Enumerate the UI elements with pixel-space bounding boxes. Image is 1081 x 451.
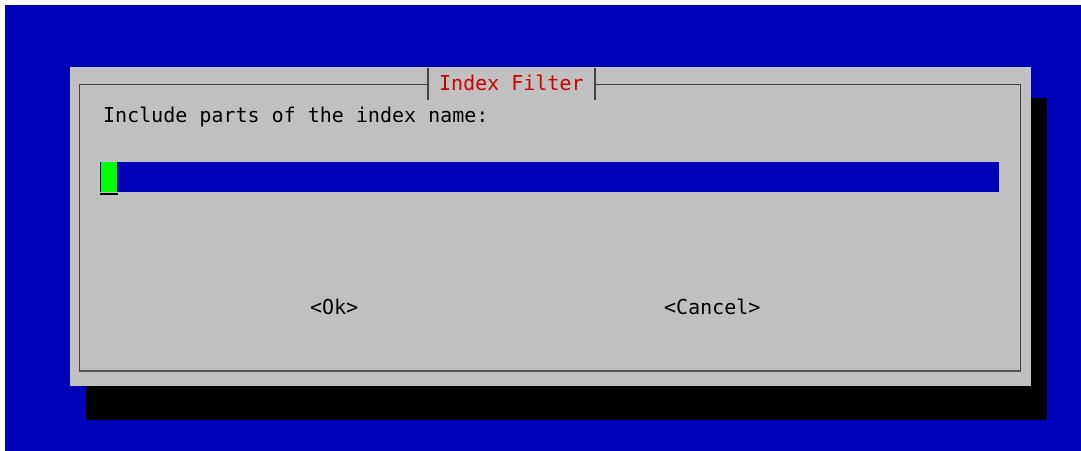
- ok-button[interactable]: <Ok>: [310, 293, 358, 321]
- dialog-title: Index Filter: [427, 68, 596, 100]
- input-prompt-label: Include parts of the index name:: [103, 103, 489, 127]
- text-cursor: [101, 162, 117, 192]
- index-filter-dialog: Index Filter Include parts of the index …: [70, 67, 1031, 386]
- cancel-button[interactable]: <Cancel>: [664, 293, 760, 321]
- cursor-underline: [100, 193, 118, 195]
- index-name-input[interactable]: [100, 162, 999, 192]
